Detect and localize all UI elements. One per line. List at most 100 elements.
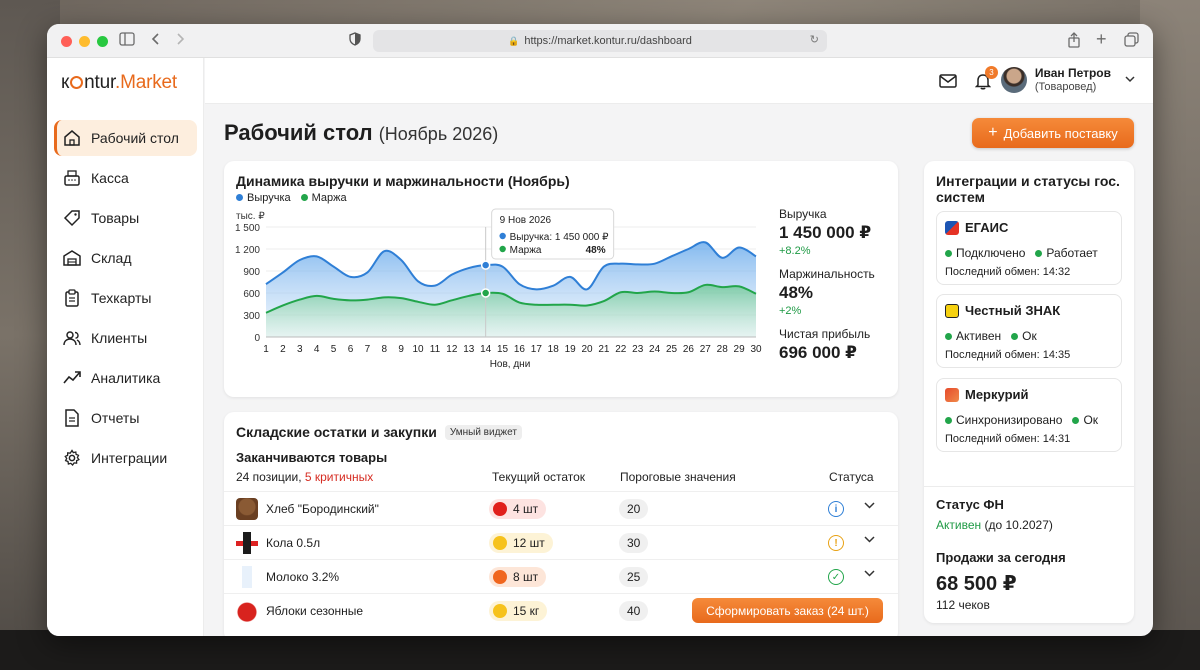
mail-icon[interactable]	[939, 74, 957, 93]
bell-icon[interactable]: 3	[974, 66, 998, 95]
sales-today-value: 68 500 ₽	[936, 573, 1017, 595]
integration-last-exchange: Последний обмен: 14:32	[945, 266, 1071, 278]
integration-logo	[945, 303, 959, 318]
margin-value: 48%	[779, 283, 814, 302]
new-tab-icon[interactable]: +	[1096, 30, 1107, 48]
minimize-window-button[interactable]	[79, 36, 90, 47]
product-image	[236, 566, 258, 588]
page-title: Рабочий стол (Ноябрь 2026)	[224, 120, 498, 146]
fn-until: (до 10.2027)	[984, 518, 1053, 532]
share-icon[interactable]	[1067, 32, 1081, 52]
threshold-pill: 20	[619, 499, 649, 519]
integrations-title: Интеграции и статусы гос. систем	[936, 173, 1120, 205]
create-order-label: Сформировать заказ (24 шт.)	[706, 603, 869, 618]
col-current-stock: Текущий остаток	[492, 470, 586, 484]
table-row[interactable]: Молоко 3.2% 8 шт 25 ✓	[224, 559, 898, 593]
product-name: Яблоки сезонные	[266, 604, 364, 618]
sidebar-item-1[interactable]: Рабочий стол	[54, 120, 197, 156]
x-tick-label: 28	[717, 344, 729, 355]
tooltip-margin-value: 48%	[586, 245, 606, 256]
sidebar-item-6[interactable]: Клиенты	[54, 320, 197, 356]
sidebar-item-4[interactable]: Склад	[54, 240, 197, 276]
integration-name: ЕГАИС	[945, 220, 1008, 235]
sidebar-item-8[interactable]: Отчеты	[54, 400, 197, 436]
x-tick-label: 6	[348, 344, 354, 355]
stock-table: Хлеб "Бородинский" 4 шт 20 i Кола 0.5л 12 шт 3…	[224, 491, 898, 627]
clipboard-icon	[63, 289, 81, 307]
x-tick-label: 5	[331, 344, 337, 355]
table-row[interactable]: Кола 0.5л 12 шт 30!	[224, 525, 898, 559]
chart-legend: Выручка Маржа	[236, 192, 347, 204]
home-icon	[63, 129, 81, 147]
stock-title: Складские остатки и закупки Умный виджет	[236, 424, 522, 440]
legend-revenue: Выручка	[236, 192, 291, 204]
url-text: https://market.kontur.ru/dashboard	[524, 35, 692, 47]
gear-icon	[63, 449, 81, 467]
chevron-down-icon[interactable]	[864, 568, 875, 580]
maximize-window-button[interactable]	[97, 36, 108, 47]
chevron-down-icon[interactable]	[864, 500, 875, 512]
margin-label: Маржинальность	[779, 267, 875, 281]
x-tick-label: 21	[598, 344, 610, 355]
current-stock-pill: 8 шт	[489, 567, 547, 587]
table-row[interactable]: Хлеб "Бородинский" 4 шт 20 i	[224, 491, 898, 525]
y-tick-label: 900	[243, 267, 260, 278]
stock-critical-text[interactable]: 5 критичных	[305, 470, 373, 484]
sidebar-toggle-icon[interactable]	[119, 32, 135, 50]
product-name: Кола 0.5л	[266, 536, 321, 550]
integration-item[interactable]: Честный ЗНАК Активен Ок Последний обмен: 14…	[936, 294, 1122, 368]
revenue-chart[interactable]: тыс. ₽03006009001 2001 5001 2 3 4 5 6 7 8 9 10 11 1…	[224, 207, 774, 397]
sidebar-item-label: Касса	[91, 170, 129, 186]
tooltip-margin-dot	[499, 245, 506, 253]
x-tick-label: 24	[649, 344, 661, 355]
fn-status: Активен (до 10.2027)	[936, 518, 1122, 532]
chevron-down-icon[interactable]	[864, 534, 875, 546]
page-subtitle: (Ноябрь 2026)	[378, 124, 499, 144]
chevron-down-icon[interactable]	[1125, 75, 1135, 86]
product-name: Хлеб "Бородинский"	[266, 502, 379, 516]
sidebar-item-9[interactable]: Интеграции	[54, 440, 197, 476]
sales-today-title: Продажи за сегодня	[936, 550, 1066, 565]
check-icon[interactable]: ✓	[828, 569, 844, 585]
table-row[interactable]: Яблоки сезонные 15 кг 40 Сформировать заказ…	[224, 593, 898, 627]
sidebar-item-7[interactable]: Аналитика	[54, 360, 197, 396]
warning-icon[interactable]: !	[828, 535, 844, 551]
y-tick-label: 300	[243, 311, 260, 322]
create-order-button[interactable]: Сформировать заказ (24 шт.)	[692, 598, 883, 623]
x-tick-label: 26	[683, 344, 695, 355]
add-delivery-button[interactable]: + Добавить поставку	[972, 118, 1134, 148]
col-status: Статуса	[829, 470, 874, 484]
integration-logo	[945, 387, 959, 402]
forward-icon[interactable]	[175, 32, 185, 50]
x-tick-label: 14	[480, 344, 492, 355]
shield-icon[interactable]	[349, 32, 361, 50]
back-icon[interactable]	[151, 32, 161, 50]
sidebar-item-label: Рабочий стол	[91, 130, 179, 146]
margin-point	[480, 288, 491, 298]
reload-icon[interactable]: ↻	[810, 33, 819, 46]
chart-title: Динамика выручки и маржинальности (Ноябр…	[236, 173, 570, 189]
stock-card: Складские остатки и закупки Умный виджет…	[224, 412, 898, 636]
info-icon[interactable]: i	[828, 501, 844, 517]
integration-status: Активен Ок	[945, 329, 1037, 343]
kontur-market-logo[interactable]: к ntur.Market	[61, 72, 177, 94]
fn-status-block: Статус ФН Активен (до 10.2027) Продажи з…	[924, 486, 1134, 622]
sidebar-item-label: Отчеты	[91, 410, 140, 426]
current-stock-pill: 12 шт	[489, 533, 553, 553]
tag-icon	[63, 209, 81, 227]
sidebar-item-label: Клиенты	[91, 330, 148, 346]
user-menu[interactable]: Иван Петров (Товаровед)	[1000, 66, 1135, 94]
integration-item[interactable]: Меркурий Синхронизировано Ок Последний обме…	[936, 378, 1122, 452]
y-tick-label: 600	[243, 289, 260, 300]
address-bar[interactable]: 🔒 https://market.kontur.ru/dashboard ↻	[373, 30, 827, 52]
sidebar-item-5[interactable]: Техкарты	[54, 280, 197, 316]
x-tick-label: 18	[548, 344, 560, 355]
sidebar-item-2[interactable]: Касса	[54, 160, 197, 196]
integration-item[interactable]: ЕГАИС Подключено Работает Последний обмен: …	[936, 211, 1122, 285]
tabs-overview-icon[interactable]	[1124, 32, 1139, 51]
x-tick-label: 7	[365, 344, 371, 355]
users-icon	[63, 329, 81, 347]
current-stock-pill: 15 кг	[489, 601, 548, 621]
sidebar-item-3[interactable]: Товары	[54, 200, 197, 236]
close-window-button[interactable]	[61, 36, 72, 47]
